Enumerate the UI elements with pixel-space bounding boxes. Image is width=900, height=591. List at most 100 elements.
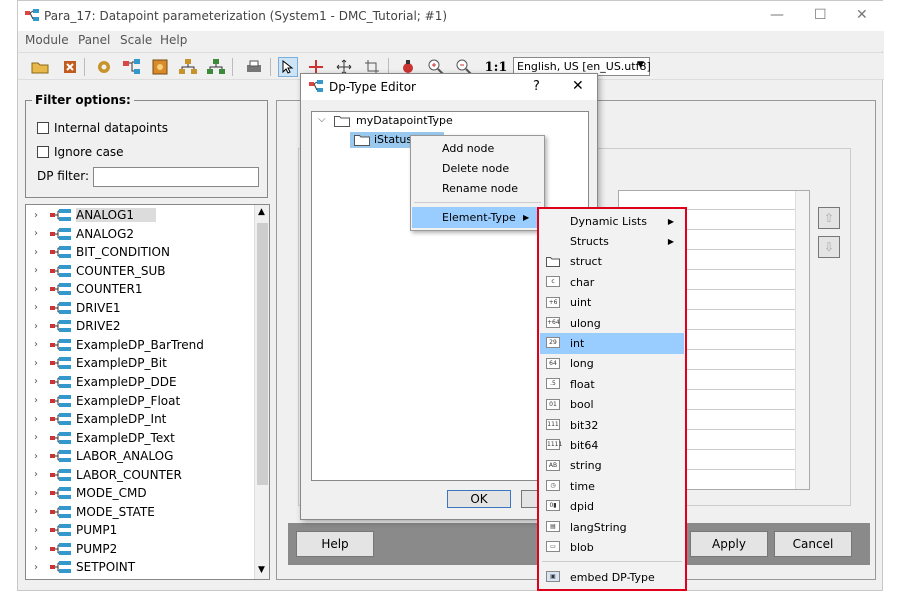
scroll-down-icon[interactable]: ▼ (258, 565, 265, 575)
element-type-item[interactable]: 64 long (540, 354, 684, 374)
dialog-help-icon[interactable]: ? (533, 79, 540, 94)
list-item[interactable]: › PUMP1 (34, 521, 117, 539)
expand-arrow-icon[interactable]: › (34, 543, 46, 554)
list-item[interactable]: › ExampleDP_Text (34, 429, 175, 447)
list-item[interactable]: › ANALOG1 (34, 206, 157, 224)
move-up-button[interactable]: ⇧ (818, 207, 840, 229)
scroll-thumb[interactable] (257, 223, 268, 485)
menu-help[interactable]: Help (160, 33, 187, 47)
close-icon[interactable]: ✕ (856, 7, 868, 23)
scroll-up-icon[interactable]: ▲ (258, 207, 265, 217)
element-type-item[interactable]: c char (540, 272, 684, 292)
list-item[interactable]: › MODE_CMD (34, 484, 147, 502)
dialog-close-icon[interactable]: ✕ (572, 78, 584, 94)
child-node[interactable]: iStatus (374, 133, 412, 146)
element-type-item[interactable]: 111 bit32 (540, 415, 684, 435)
element-type-label: float (570, 377, 595, 391)
list-item[interactable]: › BIT_CONDITION (34, 243, 170, 261)
element-type-item[interactable]: 1111 bit64 (540, 435, 684, 455)
expand-arrow-icon[interactable]: › (34, 284, 46, 295)
datapoint-icon (50, 468, 72, 481)
network-icon[interactable] (206, 57, 226, 77)
expand-arrow-icon[interactable]: › (34, 247, 46, 258)
move-down-button[interactable]: ⇩ (818, 236, 840, 258)
close-module-icon[interactable] (60, 57, 80, 77)
ignore-case-checkbox[interactable] (37, 146, 49, 158)
datapoint-label: DRIVE2 (76, 319, 121, 334)
pointer-icon[interactable] (278, 57, 298, 77)
help-button[interactable]: Help (296, 531, 374, 557)
expand-arrow-icon[interactable]: › (34, 302, 46, 313)
menu-module[interactable]: Module (25, 33, 69, 47)
open-folder-icon[interactable] (30, 57, 50, 77)
list-item[interactable]: › COUNTER1 (34, 280, 142, 298)
expand-arrow-icon[interactable]: › (34, 451, 46, 462)
image-icon[interactable] (150, 57, 170, 77)
element-type-item[interactable]: +64 ulong (540, 313, 684, 333)
list-item[interactable]: › LABOR_ANALOG (34, 447, 173, 465)
datapoint-tree-icon[interactable] (122, 57, 142, 77)
maximize-icon[interactable]: ☐ (814, 7, 827, 23)
root-node[interactable]: myDatapointType (356, 114, 453, 127)
expand-arrow-icon[interactable]: › (34, 210, 46, 221)
element-type-item[interactable]: Structs ▶ (540, 231, 684, 251)
element-type-item[interactable]: ▤ langString (540, 517, 684, 537)
expand-arrow-icon[interactable]: › (34, 488, 46, 499)
expand-arrow-icon[interactable]: › (34, 358, 46, 369)
internal-datapoints-checkbox[interactable] (37, 122, 49, 134)
bit32-type-icon: 111 (546, 418, 560, 430)
print-icon[interactable] (244, 57, 264, 77)
expand-arrow-icon[interactable]: › (34, 562, 46, 573)
element-type-item[interactable]: 01 bool (540, 395, 684, 415)
menu-scale[interactable]: Scale (120, 33, 152, 47)
collapse-arrow-icon[interactable]: ⌵ (318, 114, 326, 125)
dp-filter-input[interactable] (93, 167, 259, 187)
expand-arrow-icon[interactable]: › (34, 376, 46, 387)
embed-dp-type-item[interactable]: ▣ embed DP-Type (540, 567, 684, 587)
list-item[interactable]: › DRIVE2 (34, 317, 121, 335)
element-type-item[interactable]: 0▮ dpid (540, 496, 684, 516)
menu-panel[interactable]: Panel (78, 33, 110, 47)
list-item[interactable]: › LABOR_COUNTER (34, 466, 182, 484)
element-type-label: ulong (570, 316, 601, 330)
cancel-button[interactable]: Cancel (774, 531, 852, 557)
element-type-item[interactable]: ◷ time (540, 476, 684, 496)
list-item[interactable]: › ExampleDP_Float (34, 392, 180, 410)
apply-button[interactable]: Apply (690, 531, 768, 557)
expand-arrow-icon[interactable]: › (34, 506, 46, 517)
expand-arrow-icon[interactable]: › (34, 414, 46, 425)
expand-arrow-icon[interactable]: › (34, 469, 46, 480)
ok-button[interactable]: OK (447, 490, 511, 508)
expand-arrow-icon[interactable]: › (34, 525, 46, 536)
expand-arrow-icon[interactable]: › (34, 339, 46, 350)
element-type-item[interactable]: +6 uint (540, 293, 684, 313)
hierarchy-icon[interactable] (178, 57, 198, 77)
expand-arrow-icon[interactable]: › (34, 265, 46, 276)
expand-arrow-icon[interactable]: › (34, 395, 46, 406)
element-type-item[interactable]: ▭ blob (540, 537, 684, 557)
element-type-item[interactable]: struct (540, 252, 684, 272)
list-item[interactable]: › COUNTER_SUB (34, 262, 165, 280)
element-type-item[interactable]: Dynamic Lists ▶ (540, 211, 684, 231)
element-type-item[interactable]: AB string (540, 456, 684, 476)
expand-arrow-icon[interactable]: › (34, 228, 46, 239)
list-item[interactable]: › DRIVE1 (34, 299, 121, 317)
list-item[interactable]: › ANALOG2 (34, 225, 134, 243)
gear-icon[interactable] (94, 57, 114, 77)
add-node-item[interactable]: Add node (442, 142, 494, 155)
list-item[interactable]: › PUMP2 (34, 540, 117, 558)
list-item[interactable]: › SETPOINT (34, 558, 135, 576)
minimize-icon[interactable]: — (770, 7, 784, 23)
element-type-item[interactable]: .5 float (540, 374, 684, 394)
list-item[interactable]: › ExampleDP_DDE (34, 373, 177, 391)
rename-node-item[interactable]: Rename node (442, 182, 518, 195)
list-item[interactable]: › ExampleDP_Int (34, 410, 166, 428)
delete-node-item[interactable]: Delete node (442, 162, 509, 175)
scrollbar[interactable]: ▲ ▼ (254, 205, 269, 579)
expand-arrow-icon[interactable]: › (34, 432, 46, 443)
list-item[interactable]: › MODE_STATE (34, 503, 155, 521)
expand-arrow-icon[interactable]: › (34, 321, 46, 332)
list-item[interactable]: › ExampleDP_BarTrend (34, 336, 204, 354)
element-type-item[interactable]: 29 int (540, 333, 684, 354)
list-item[interactable]: › ExampleDP_Bit (34, 354, 167, 372)
